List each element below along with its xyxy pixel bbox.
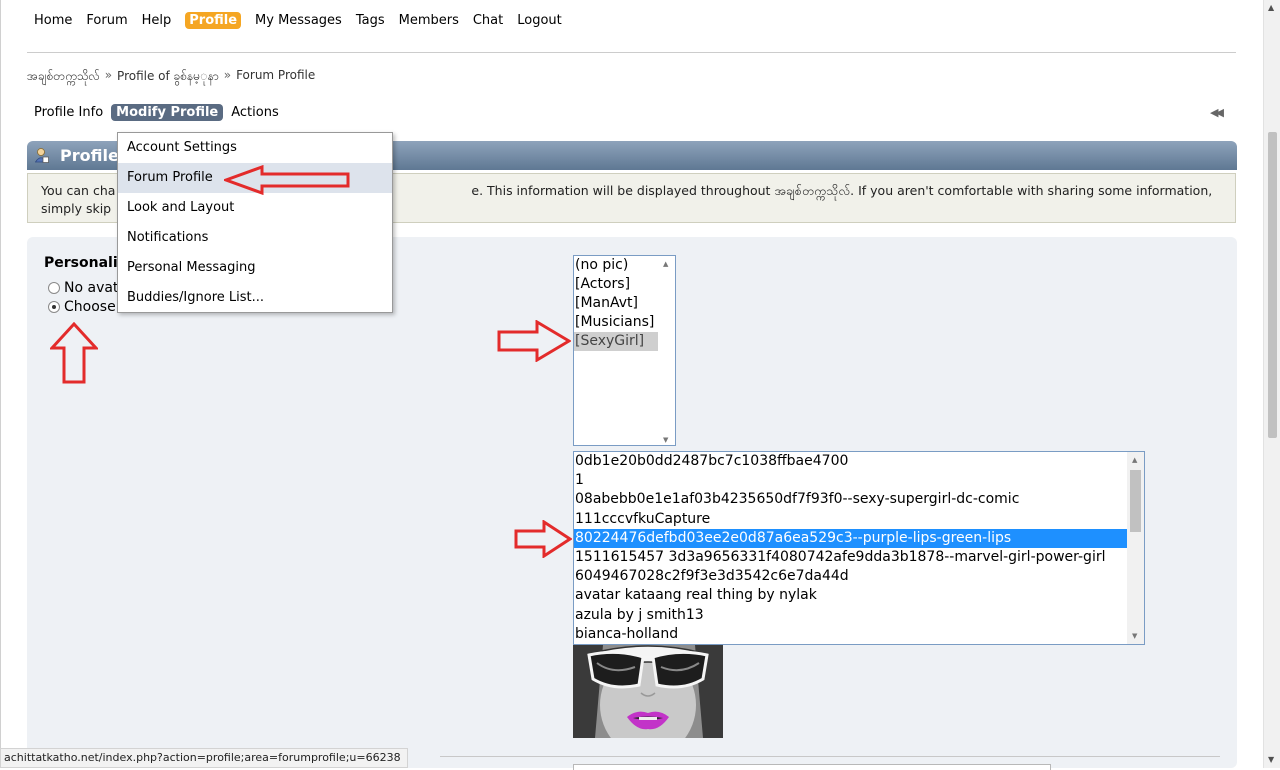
- file-list-scrollbar[interactable]: ▲ ▼: [1127, 452, 1144, 644]
- menu-members[interactable]: Members: [399, 13, 459, 28]
- radio-no-avatar[interactable]: [48, 282, 60, 294]
- scroll-up-icon[interactable]: ▲: [1268, 4, 1274, 12]
- list-item[interactable]: 1: [574, 471, 1144, 490]
- menu-home[interactable]: Home: [34, 13, 72, 28]
- menu-tags[interactable]: Tags: [356, 13, 385, 28]
- avatar-preview-image: [573, 645, 723, 738]
- avatar-category-select[interactable]: (no pic) [Actors] [ManAvt] [Musicians] […: [573, 255, 676, 446]
- annotation-arrow-up-icon: [50, 322, 98, 384]
- list-item[interactable]: 08abebb0e1e1af03b4235650df7f93f0--sexy-s…: [574, 490, 1144, 509]
- scroll-down-icon[interactable]: ▼: [1268, 756, 1274, 764]
- menu-help[interactable]: Help: [142, 13, 172, 28]
- menu-my-messages[interactable]: My Messages: [255, 13, 342, 28]
- avatar-option-choose[interactable]: Choose: [48, 299, 116, 315]
- scroll-down-icon[interactable]: ▼: [663, 436, 668, 444]
- list-item[interactable]: 6049467028c2f9f3e3d3542c6e7da44d: [574, 567, 1144, 586]
- page-scrollbar[interactable]: ▲ ▼: [1263, 0, 1280, 768]
- personal-avatar-heading: Personali: [44, 255, 118, 271]
- modify-profile-dropdown: Account Settings Forum Profile Look and …: [117, 132, 393, 313]
- page-title: Profile: [60, 146, 119, 165]
- double-left-arrow-icon[interactable]: ◀◀: [1210, 106, 1224, 119]
- scroll-up-icon[interactable]: ▲: [1132, 456, 1137, 464]
- list-item[interactable]: azula by j smith13: [574, 606, 1144, 625]
- list-item[interactable]: 1511615457 3d3a9656331f4080742afe9dda3b1…: [574, 548, 1144, 567]
- menu-item-account-settings[interactable]: Account Settings: [118, 133, 392, 163]
- breadcrumb-forum-profile[interactable]: Forum Profile: [236, 68, 315, 86]
- menu-item-personal-messaging[interactable]: Personal Messaging: [118, 253, 392, 283]
- avatar-file-select[interactable]: 0db1e20b0dd2487bc7c1038ffbae4700 1 08abe…: [573, 451, 1145, 645]
- tab-actions[interactable]: Actions: [231, 105, 279, 120]
- scroll-up-icon[interactable]: ▲: [663, 260, 668, 268]
- next-field-box[interactable]: [573, 764, 1051, 770]
- breadcrumb-forum-home[interactable]: အချစ်တက္ကသိုလ်: [27, 68, 100, 86]
- annotation-arrow-left-icon: [224, 165, 350, 195]
- breadcrumb-separator: »: [104, 68, 113, 82]
- description-line-2: simply skip: [41, 201, 112, 216]
- list-item-selected[interactable]: [SexyGirl]: [574, 332, 658, 351]
- page-left-border: [0, 0, 1, 768]
- menu-item-notifications[interactable]: Notifications: [118, 223, 392, 253]
- category-list-scrollbar[interactable]: ▲ ▼: [658, 256, 675, 445]
- menu-profile[interactable]: Profile: [185, 11, 242, 29]
- menu-chat[interactable]: Chat: [473, 13, 503, 28]
- section-divider: [440, 756, 1220, 757]
- file-list-scrollbar-thumb[interactable]: [1130, 470, 1141, 532]
- list-item[interactable]: bianca-holland: [574, 625, 1144, 644]
- status-bar-url: achittatkatho.net/index.php?action=profi…: [0, 748, 408, 768]
- list-item[interactable]: avatar kataang real thing by nylak: [574, 586, 1144, 605]
- menu-item-buddies-ignore-list[interactable]: Buddies/Ignore List...: [118, 283, 392, 313]
- list-item-selected[interactable]: 80224476defbd03ee2e0d87a6ea529c3--purple…: [574, 528, 1127, 548]
- menu-logout[interactable]: Logout: [517, 13, 562, 28]
- avatar-option-none[interactable]: No avat: [48, 280, 118, 296]
- menu-forum[interactable]: Forum: [86, 13, 127, 28]
- tab-profile-info[interactable]: Profile Info: [34, 105, 103, 120]
- scroll-down-icon[interactable]: ▼: [1132, 632, 1137, 640]
- main-menu: Home Forum Help Profile My Messages Tags…: [34, 10, 562, 30]
- user-profile-icon: [35, 148, 49, 163]
- menu-divider: [27, 52, 1236, 53]
- breadcrumb: အချစ်တက္ကသိုလ် » Profile of ခွစ်နမ့ုနာ »…: [27, 68, 315, 86]
- list-item[interactable]: 0db1e20b0dd2487bc7c1038ffbae4700: [574, 452, 1144, 471]
- breadcrumb-separator: »: [223, 68, 232, 82]
- avatar-preview-illustration: [573, 645, 723, 738]
- list-item[interactable]: 111cccvfkuCapture: [574, 510, 1144, 529]
- menu-item-look-and-layout[interactable]: Look and Layout: [118, 193, 392, 223]
- breadcrumb-profile-of[interactable]: Profile of ခွစ်နမ့ုနာ: [117, 68, 219, 86]
- profile-tabs: Profile Info Modify Profile Actions: [34, 104, 279, 121]
- annotation-arrow-right-icon: [497, 320, 571, 362]
- tab-modify-profile[interactable]: Modify Profile: [111, 104, 224, 121]
- annotation-arrow-right-icon: [514, 520, 572, 558]
- page-scrollbar-thumb[interactable]: [1268, 132, 1277, 438]
- radio-choose-avatar[interactable]: [48, 301, 60, 313]
